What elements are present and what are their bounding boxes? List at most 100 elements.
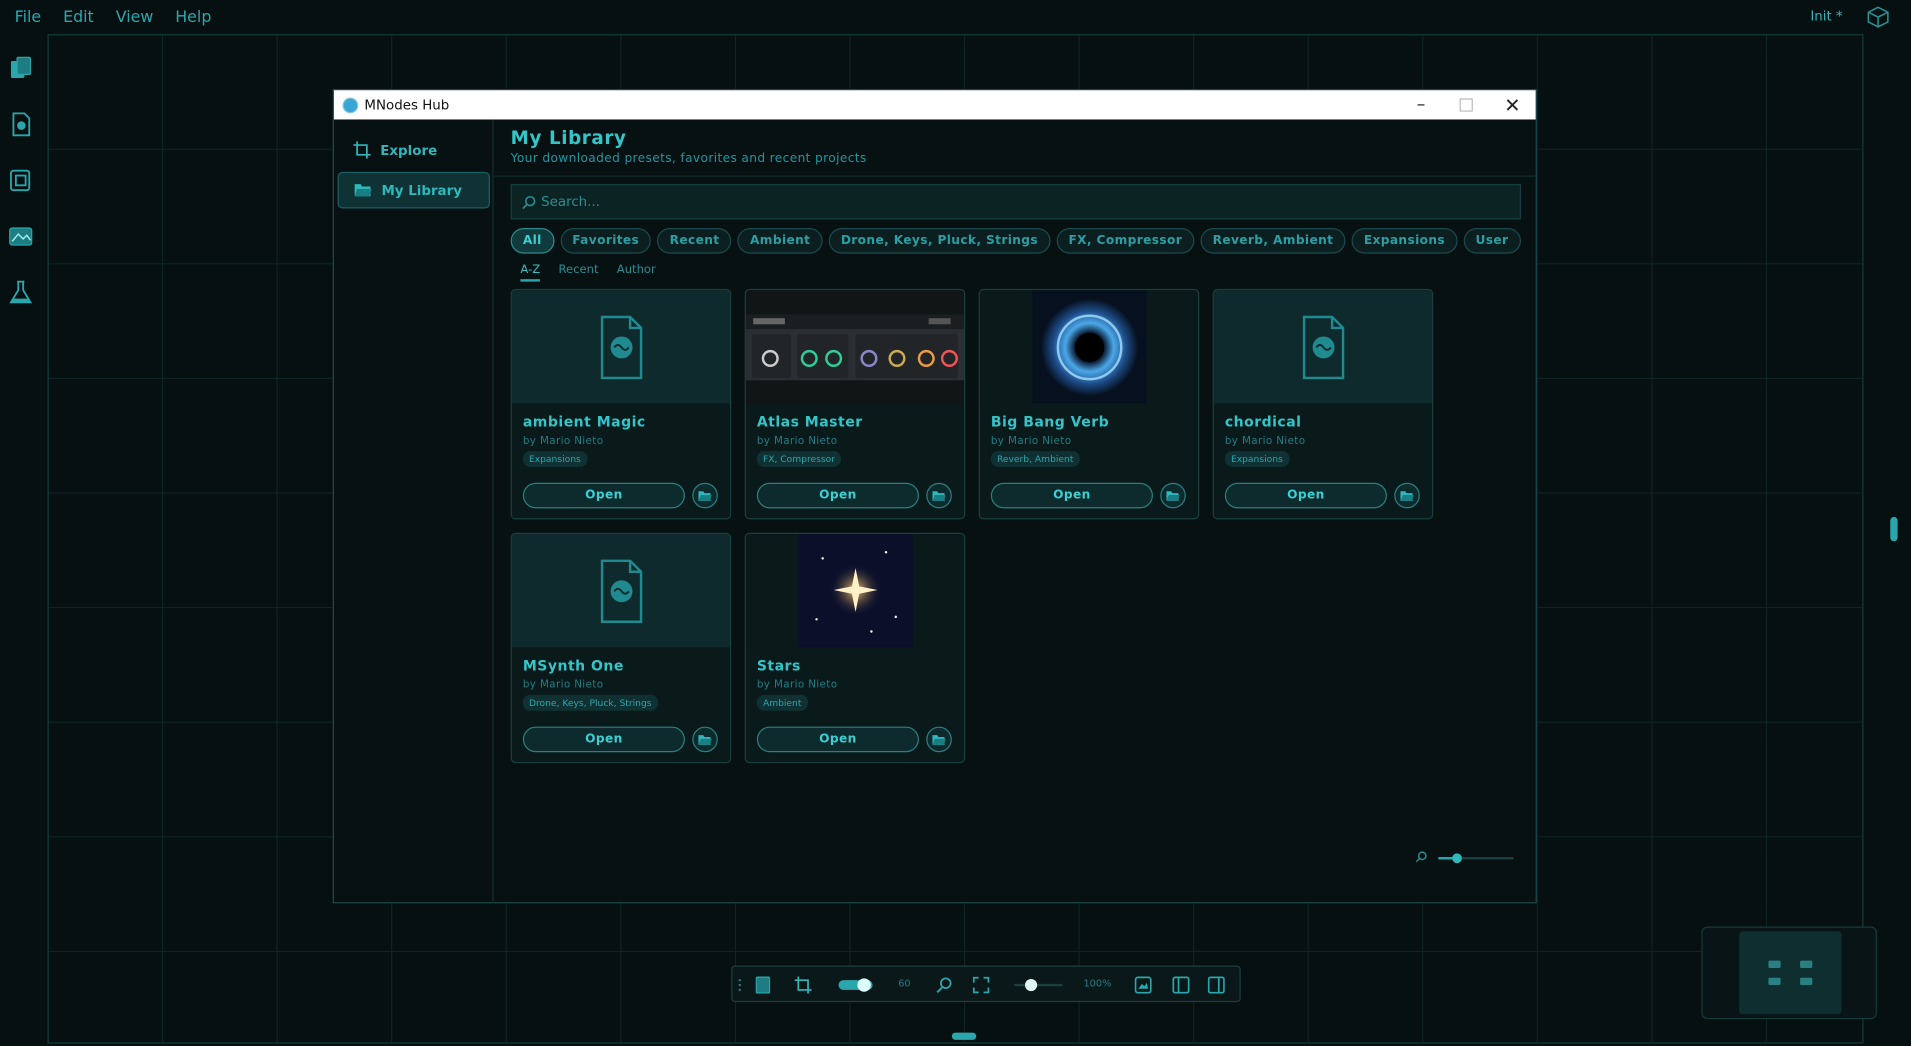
menu-file[interactable]: File (7, 8, 48, 26)
library-panel: My Library Your downloaded presets, favo… (494, 119, 1537, 903)
filter-recent[interactable]: Recent (657, 227, 732, 254)
folder-button[interactable] (926, 726, 952, 753)
filter-chips: All Favorites Recent Ambient Drone, Keys… (510, 227, 1521, 254)
filter-favorites[interactable]: Favorites (560, 227, 652, 254)
search-icon (522, 195, 536, 209)
minimap[interactable] (1701, 926, 1877, 1020)
crop-frame-icon[interactable] (794, 976, 812, 994)
folder-open-icon (354, 184, 372, 197)
copy-pages-icon[interactable] (7, 55, 34, 82)
preset-tag: Drone, Keys, Pluck, Strings (522, 694, 658, 711)
preset-card[interactable]: Big Bang Verb by Mario Nieto Reverb, Amb… (978, 288, 1200, 520)
preset-author: by Mario Nieto (1224, 435, 1306, 448)
sort-author[interactable]: Author (617, 263, 656, 281)
open-button[interactable]: Open (522, 726, 685, 753)
search-placeholder: Search... (541, 193, 600, 210)
filter-reverb-ambient[interactable]: Reverb, Ambient (1200, 227, 1346, 254)
zoom-slider[interactable] (1014, 978, 1063, 993)
preset-name: Stars (756, 657, 801, 675)
folder-icon (698, 490, 712, 501)
bottom-drawer-handle[interactable] (951, 1032, 977, 1040)
folder-button[interactable] (926, 482, 952, 509)
filter-ambient[interactable]: Ambient (737, 227, 823, 254)
search-icon[interactable] (936, 977, 953, 994)
left-panel-icon[interactable] (1172, 976, 1190, 994)
menu-help[interactable]: Help (168, 8, 219, 26)
page-subtitle: Your downloaded presets, favorites and r… (510, 152, 867, 166)
open-button[interactable]: Open (1224, 482, 1387, 509)
hub-sidebar: Explore My Library (334, 119, 494, 904)
preset-author: by Mario Nieto (990, 435, 1072, 448)
fullscreen-icon[interactable] (972, 976, 990, 994)
page-title: My Library (510, 126, 627, 149)
preset-card[interactable]: Stars by Mario Nieto Ambient Open (744, 532, 966, 764)
file-icon (511, 533, 731, 648)
preset-author: by Mario Nieto (522, 435, 604, 448)
filter-all[interactable]: All (510, 227, 554, 254)
preset-card[interactable]: ambient Magic by Mario Nieto Expansions … (510, 288, 732, 520)
energy-orb-image (979, 290, 1199, 404)
right-panel-icon[interactable] (1207, 976, 1225, 994)
folder-button[interactable] (1394, 482, 1420, 509)
open-button[interactable]: Open (990, 482, 1153, 509)
project-name[interactable]: Init * (1810, 9, 1842, 25)
image-icon[interactable] (1134, 976, 1152, 994)
file-icon (1213, 290, 1433, 404)
preset-name: chordical (1224, 413, 1302, 431)
preset-card[interactable]: chordical by Mario Nieto Expansions Open (1212, 288, 1434, 520)
thumbnail-zoom-slider[interactable] (1416, 849, 1538, 869)
menubar: File Edit View Help (0, 0, 1911, 34)
preset-tag: FX, Compressor (756, 451, 842, 467)
folder-button[interactable] (692, 726, 718, 753)
minimize-icon[interactable]: – (1399, 90, 1443, 119)
sidebar-item-label: My Library (381, 182, 462, 199)
search-icon (1416, 851, 1427, 863)
image-gallery-icon[interactable] (7, 223, 34, 250)
search-input[interactable]: Search... (510, 184, 1521, 220)
filter-user[interactable]: User (1463, 227, 1521, 254)
node-cluster-icon (1768, 960, 1813, 986)
document-icon[interactable] (755, 976, 771, 994)
value-readout: 60 (898, 977, 911, 989)
sidebar-item-explore[interactable]: Explore (338, 132, 490, 169)
preset-author: by Mario Nieto (756, 435, 838, 448)
folder-icon (932, 734, 946, 745)
preset-card[interactable]: Atlas Master by Mario Nieto FX, Compress… (744, 288, 966, 520)
sidebar-item-my-library[interactable]: My Library (337, 171, 490, 209)
close-icon[interactable]: ✕ (1491, 90, 1535, 119)
toggle-switch[interactable] (838, 978, 873, 993)
cube-icon[interactable] (1865, 5, 1892, 29)
sort-recent[interactable]: Recent (558, 263, 598, 281)
preset-name: Big Bang Verb (990, 413, 1110, 431)
open-button[interactable]: Open (756, 726, 919, 753)
window-titlebar[interactable]: MNodes Hub – □ ✕ (333, 90, 1536, 120)
filter-fx-compressor[interactable]: FX, Compressor (1056, 227, 1195, 254)
open-button[interactable]: Open (522, 482, 685, 509)
preset-tag: Expansions (1224, 451, 1289, 467)
preset-author: by Mario Nieto (522, 679, 604, 692)
maximize-icon[interactable]: □ (1444, 90, 1488, 119)
plugin-screenshot (745, 290, 965, 404)
star-image (745, 533, 965, 648)
folder-icon (1400, 490, 1414, 501)
menu-edit[interactable]: Edit (56, 8, 101, 26)
sort-tabs: A-Z Recent Author (520, 263, 656, 282)
open-button[interactable]: Open (756, 482, 919, 509)
divider (494, 175, 1537, 177)
menu-view[interactable]: View (108, 8, 160, 26)
drag-handle-icon[interactable] (737, 978, 742, 993)
folder-button[interactable] (692, 482, 718, 509)
preset-tag: Expansions (522, 451, 587, 467)
filter-drone-keys[interactable]: Drone, Keys, Pluck, Strings (828, 227, 1051, 254)
document-wave-icon[interactable] (7, 111, 34, 138)
filter-expansions[interactable]: Expansions (1351, 227, 1458, 254)
flask-icon[interactable] (7, 279, 34, 306)
folder-button[interactable] (1160, 482, 1186, 509)
sort-az[interactable]: A-Z (520, 263, 541, 282)
preset-author: by Mario Nieto (756, 679, 838, 692)
canvas-scrollbar[interactable] (1890, 516, 1898, 542)
window-title: MNodes Hub (364, 96, 450, 113)
preset-card[interactable]: MSynth One by Mario Nieto Drone, Keys, P… (510, 532, 732, 764)
minimap-viewport[interactable] (1739, 931, 1842, 1015)
layers-icon[interactable] (7, 167, 34, 194)
